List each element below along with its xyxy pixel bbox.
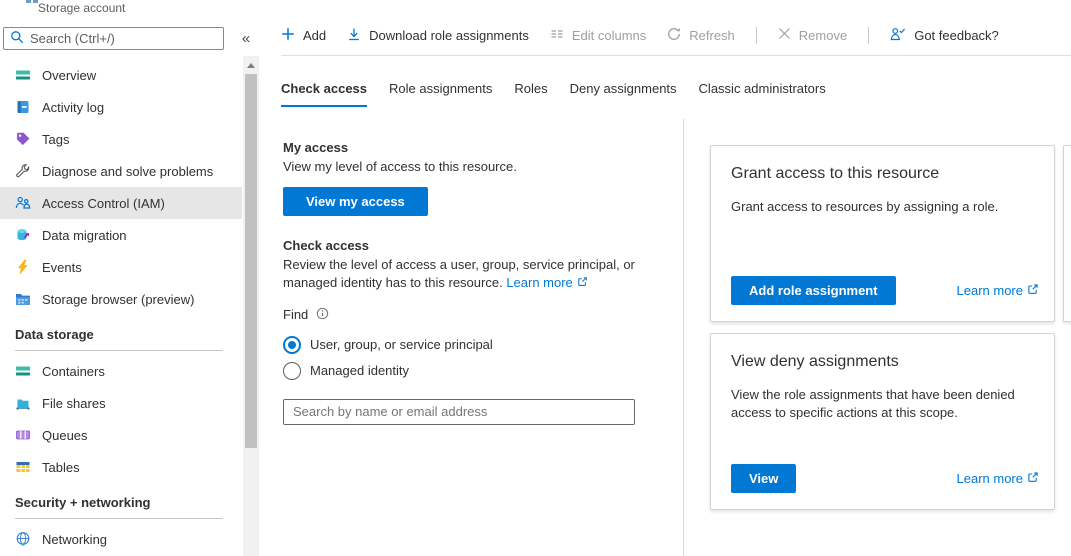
check-access-description: Review the level of access a user, group…: [283, 256, 665, 292]
cropped-resource-icon: [26, 0, 31, 3]
view-deny-assignments-card: View deny assignments View the role assi…: [710, 333, 1055, 510]
check-access-learn-more-link[interactable]: Learn more: [506, 274, 587, 292]
toolbar-divider: [868, 27, 869, 44]
overview-icon: [14, 67, 31, 84]
find-label: Find: [283, 307, 308, 322]
collapse-sidebar-icon[interactable]: «: [236, 28, 256, 48]
plus-icon: [281, 27, 295, 44]
tab-roles[interactable]: Roles: [514, 81, 547, 107]
sidebar-scrollbar[interactable]: [243, 56, 259, 556]
find-search-input[interactable]: [283, 399, 635, 425]
sidebar: Storage account « Overview Activity log …: [0, 0, 262, 556]
sidebar-nav: Overview Activity log Tags Diagnose and …: [0, 59, 242, 555]
grant-access-learn-more-link[interactable]: Learn more: [957, 283, 1039, 298]
sidebar-item-queues[interactable]: Queues: [0, 419, 242, 451]
tag-icon: [14, 131, 31, 148]
view-my-access-button[interactable]: View my access: [283, 187, 428, 216]
sidebar-item-access-control-iam[interactable]: Access Control (IAM): [0, 187, 242, 219]
sidebar-item-tables[interactable]: Tables: [0, 451, 242, 483]
deny-assignments-learn-more-link[interactable]: Learn more: [957, 471, 1039, 486]
view-deny-assignments-card-title: View deny assignments: [731, 353, 1034, 371]
tab-role-assignments[interactable]: Role assignments: [389, 81, 492, 107]
remove-button[interactable]: Remove: [778, 27, 847, 43]
x-icon: [778, 27, 791, 43]
refresh-icon: [667, 27, 681, 44]
download-icon: [347, 27, 361, 44]
radio-unselected-icon: [283, 362, 301, 380]
sidebar-item-diagnose[interactable]: Diagnose and solve problems: [0, 155, 242, 187]
grant-access-card-description: Grant access to resources by assigning a…: [731, 198, 1034, 216]
sidebar-item-containers[interactable]: Containers: [0, 355, 242, 387]
external-link-icon: [1027, 283, 1039, 298]
resource-type-label: Storage account: [38, 1, 125, 15]
data-migration-icon: [14, 227, 31, 244]
sidebar-item-data-migration[interactable]: Data migration: [0, 219, 242, 251]
globe-icon: [14, 531, 31, 548]
view-deny-assignments-card-description: View the role assignments that have been…: [731, 386, 1034, 422]
info-icon[interactable]: [316, 307, 329, 323]
sidebar-section-security-networking: Security + networking: [0, 483, 242, 523]
tables-icon: [14, 459, 31, 476]
sidebar-search-box[interactable]: [3, 27, 224, 50]
check-access-title: Check access: [283, 238, 665, 253]
sidebar-item-storage-browser[interactable]: Storage browser (preview): [0, 283, 242, 315]
tab-bar: Check access Role assignments Roles Deny…: [281, 81, 826, 107]
content-vertical-divider: [683, 119, 684, 556]
tab-classic-administrators[interactable]: Classic administrators: [699, 81, 826, 107]
command-bar-divider: [281, 55, 1071, 56]
sidebar-scrollbar-thumb[interactable]: [245, 74, 257, 448]
sidebar-item-overview[interactable]: Overview: [0, 59, 242, 91]
external-link-icon: [577, 274, 588, 292]
edit-columns-icon: [550, 27, 564, 44]
radio-managed-identity[interactable]: Managed identity: [283, 358, 665, 384]
refresh-button[interactable]: Refresh: [667, 27, 735, 44]
my-access-description: View my level of access to this resource…: [283, 158, 665, 176]
partial-next-card: [1063, 145, 1071, 322]
radio-user-group-service-principal[interactable]: User, group, or service principal: [283, 332, 665, 358]
sidebar-item-events[interactable]: Events: [0, 251, 242, 283]
section-divider: [15, 518, 223, 519]
sidebar-section-data-storage: Data storage: [0, 315, 242, 355]
feedback-icon: [890, 26, 906, 44]
tab-deny-assignments[interactable]: Deny assignments: [570, 81, 677, 107]
section-divider: [15, 350, 223, 351]
file-shares-icon: [14, 395, 31, 412]
grant-access-card: Grant access to this resource Grant acce…: [710, 145, 1055, 322]
containers-icon: [14, 363, 31, 380]
grant-access-card-title: Grant access to this resource: [731, 165, 1034, 183]
got-feedback-button[interactable]: Got feedback?: [890, 26, 999, 44]
sidebar-item-file-shares[interactable]: File shares: [0, 387, 242, 419]
external-link-icon: [1027, 471, 1039, 486]
people-icon: [14, 195, 31, 212]
add-button[interactable]: Add: [281, 27, 326, 44]
sidebar-item-networking[interactable]: Networking: [0, 523, 242, 555]
activity-log-icon: [14, 99, 31, 116]
edit-columns-button[interactable]: Edit columns: [550, 27, 646, 44]
command-bar: Add Download role assignments Edit colum…: [281, 24, 1020, 46]
sidebar-item-tags[interactable]: Tags: [0, 123, 242, 155]
toolbar-divider: [756, 27, 757, 44]
download-role-assignments-button[interactable]: Download role assignments: [347, 27, 529, 44]
lightning-icon: [14, 259, 31, 276]
my-access-title: My access: [283, 140, 665, 155]
tab-check-access[interactable]: Check access: [281, 81, 367, 107]
sidebar-search-input[interactable]: [30, 31, 217, 46]
scrollbar-up-arrow-icon[interactable]: [247, 63, 255, 68]
add-role-assignment-button[interactable]: Add role assignment: [731, 276, 896, 305]
search-icon: [10, 30, 24, 47]
wrench-icon: [14, 163, 31, 180]
queues-icon: [14, 427, 31, 444]
check-access-panel: My access View my level of access to thi…: [283, 140, 665, 425]
radio-selected-icon: [283, 336, 301, 354]
find-section: Find User, group, or service principal M…: [283, 307, 665, 425]
sidebar-item-activity-log[interactable]: Activity log: [0, 91, 242, 123]
storage-browser-icon: [14, 291, 31, 308]
view-button[interactable]: View: [731, 464, 796, 493]
